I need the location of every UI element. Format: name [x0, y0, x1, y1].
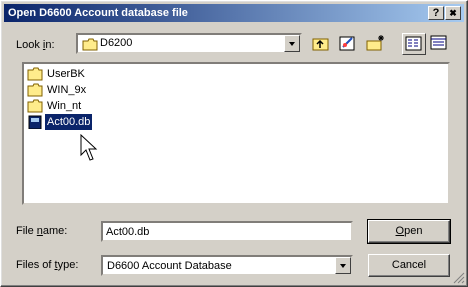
open-button[interactable]: Open [367, 219, 451, 244]
chevron-down-icon[interactable] [284, 35, 300, 52]
look-in-label: Look in: [16, 39, 55, 51]
close-button[interactable]: ✖ [445, 6, 461, 20]
files-of-type-value: D6600 Account Database [107, 260, 232, 272]
list-view-icon [405, 36, 422, 51]
files-of-type-label: Files of type: [16, 259, 79, 271]
folder-icon [27, 83, 43, 97]
file-name-field[interactable]: Act00.db [101, 221, 353, 242]
help-button[interactable]: ? [428, 6, 444, 20]
favorites-icon [339, 36, 355, 51]
folder-icon [27, 67, 43, 81]
folder-icon [82, 38, 98, 51]
chevron-down-icon[interactable] [335, 257, 351, 274]
folder-icon [27, 99, 43, 113]
up-folder-icon [312, 38, 329, 51]
files-of-type-select[interactable]: D6600 Account Database [101, 255, 353, 276]
look-in-value: D6200 [100, 37, 133, 49]
up-one-level-button[interactable] [310, 33, 334, 55]
database-file-icon [28, 115, 42, 129]
file-list[interactable]: UserBK WIN_9x Win_nt Act00.db [22, 62, 450, 205]
list-view-button[interactable] [402, 33, 426, 55]
cancel-button[interactable]: Cancel [368, 254, 450, 277]
window-title: Open D6600 Account database file [8, 7, 188, 19]
go-to-favorites-button[interactable] [337, 33, 361, 55]
file-name-label: File name: [16, 225, 68, 237]
details-view-icon [430, 35, 447, 50]
look-in-combo[interactable]: D6200 [76, 33, 302, 54]
title-bar[interactable]: Open D6600 Account database file ? ✖ [4, 4, 464, 22]
new-folder-icon [366, 35, 384, 51]
open-file-dialog: Open D6600 Account database file ? ✖ Loo… [0, 0, 468, 287]
mouse-cursor-icon [80, 134, 98, 161]
create-new-folder-button[interactable] [364, 33, 388, 55]
details-view-button[interactable] [428, 33, 452, 55]
resize-grip-icon[interactable] [453, 272, 465, 284]
